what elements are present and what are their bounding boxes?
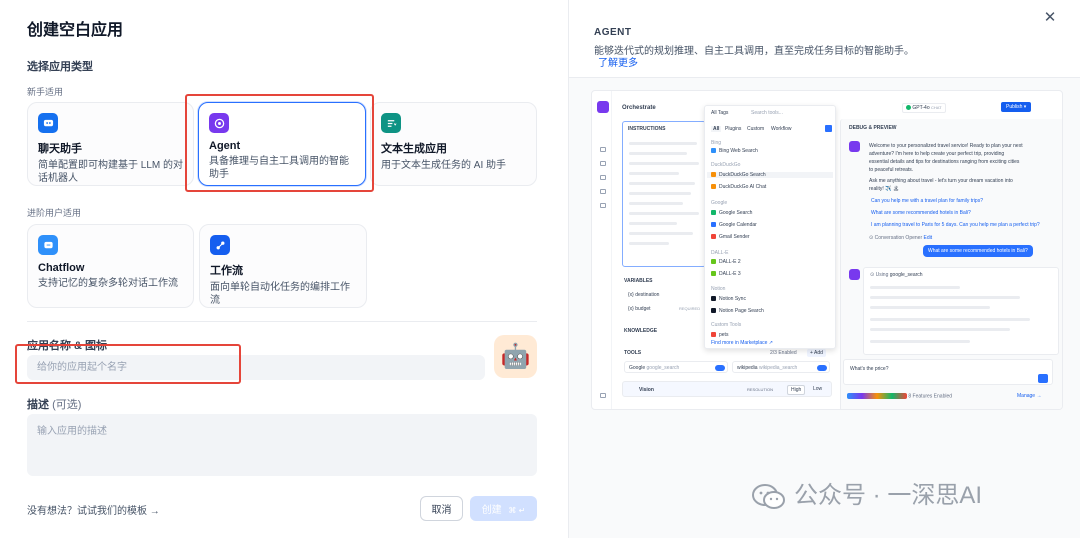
card-name: 聊天助手 <box>38 143 82 155</box>
preview-rail-icon <box>600 393 606 398</box>
card-name: 文本生成应用 <box>381 143 447 155</box>
dialog-title: 创建空白应用 <box>27 22 124 39</box>
app-icon-picker[interactable]: 🤖 <box>494 335 537 378</box>
create-app-panel: 创建空白应用 选择应用类型 新手适用 聊天助手 简单配置即可构建基于 LLM 的… <box>0 0 568 538</box>
create-button[interactable]: 创建 ⌘ ↵ <box>470 496 537 521</box>
cancel-button[interactable]: 取消 <box>420 496 463 521</box>
close-icon[interactable]: ✕ <box>1039 6 1061 28</box>
workflow-icon <box>210 235 230 255</box>
card-name: 工作流 <box>210 265 243 277</box>
app-description-input[interactable] <box>27 414 537 476</box>
app-type-label: 选择应用类型 <box>27 61 93 73</box>
preview-rail-icon <box>600 203 606 208</box>
card-desc: 具备推理与自主工具调用的智能助手 <box>209 156 349 180</box>
preview-rail-icon <box>600 189 606 194</box>
preview-rail-icon <box>600 175 606 180</box>
name-icon-label: 应用名称 & 图标 <box>27 340 108 352</box>
pv-tool-dropdown: All Tags Search tools... All Plugins Cus… <box>704 105 836 349</box>
chatflow-icon <box>38 235 58 255</box>
pv-orchestrate: Orchestrate <box>622 105 656 111</box>
text-generator-icon <box>381 113 401 133</box>
beginner-group-label: 新手适用 <box>27 87 64 97</box>
app-type-chat-assistant[interactable]: 聊天助手 简单配置即可构建基于 LLM 的对话机器人 <box>27 102 194 186</box>
wechat-logo-icon <box>752 483 786 510</box>
pv-tool-wikipedia: wikipedia wikipedia_search <box>732 361 830 373</box>
app-name-input[interactable] <box>27 355 485 380</box>
app-type-workflow[interactable]: 工作流 面向单轮自动化任务的编排工作流 <box>199 224 367 308</box>
watermark: 公众号 · 一深思AI <box>752 475 982 510</box>
preview-rail <box>592 91 612 409</box>
pv-vision-row: Vision RESOLUTION High Low <box>622 381 832 397</box>
advanced-group-label: 进阶用户适用 <box>27 208 82 218</box>
card-name: Chatflow <box>38 262 85 274</box>
shortcut-hint: ⌘ ↵ <box>508 506 526 515</box>
pv-tool-google: Google google_search <box>624 361 728 373</box>
card-desc: 用于文本生成任务的 AI 助手 <box>381 160 507 171</box>
pv-instructions-box: INSTRUCTIONS <box>622 121 706 267</box>
preview-rail-icon <box>600 161 606 166</box>
preview-title: AGENT <box>594 27 632 38</box>
preview-header: AGENT 能够迭代式的规划推理、自主工具调用，直至完成任务目标的智能助手。 了… <box>569 0 1080 78</box>
section-divider <box>27 321 537 322</box>
card-name: Agent <box>209 140 241 152</box>
agent-icon <box>209 113 229 133</box>
card-desc: 支持记忆的复杂多轮对话工作流 <box>38 278 178 289</box>
card-desc: 简单配置即可构建基于 LLM 的对话机器人 <box>38 160 184 184</box>
learn-more-link[interactable]: 了解更多 <box>598 54 638 69</box>
card-desc: 面向单轮自动化任务的编排工作流 <box>210 282 350 306</box>
pv-debug-panel: DEBUG & PREVIEW Welcome to your personal… <box>840 119 1062 409</box>
preview-description: 能够迭代式的规划推理、自主工具调用，直至完成任务目标的智能助手。 <box>594 46 914 57</box>
preview-logo-icon <box>597 101 609 113</box>
optional-hint: (可选) <box>52 399 82 411</box>
preview-rail-icon <box>600 147 606 152</box>
app-type-text-generator[interactable]: 文本生成应用 用于文本生成任务的 AI 助手 <box>370 102 537 186</box>
agent-preview-image: Orchestrate INSTRUCTIONS VARIABLES {x} d… <box>591 90 1063 410</box>
app-type-chatflow[interactable]: Chatflow 支持记忆的复杂多轮对话工作流 <box>27 224 194 308</box>
robot-icon: 🤖 <box>500 343 531 370</box>
chat-bot-icon <box>38 113 58 133</box>
type-preview-panel: AGENT 能够迭代式的规划推理、自主工具调用，直至完成任务目标的智能助手。 了… <box>568 0 1080 538</box>
try-templates-link[interactable]: 没有想法？试试我们的模板 → <box>27 502 160 517</box>
description-label: 描述 (可选) <box>27 399 82 411</box>
app-type-agent[interactable]: Agent 具备推理与自主工具调用的智能助手 <box>198 102 366 186</box>
